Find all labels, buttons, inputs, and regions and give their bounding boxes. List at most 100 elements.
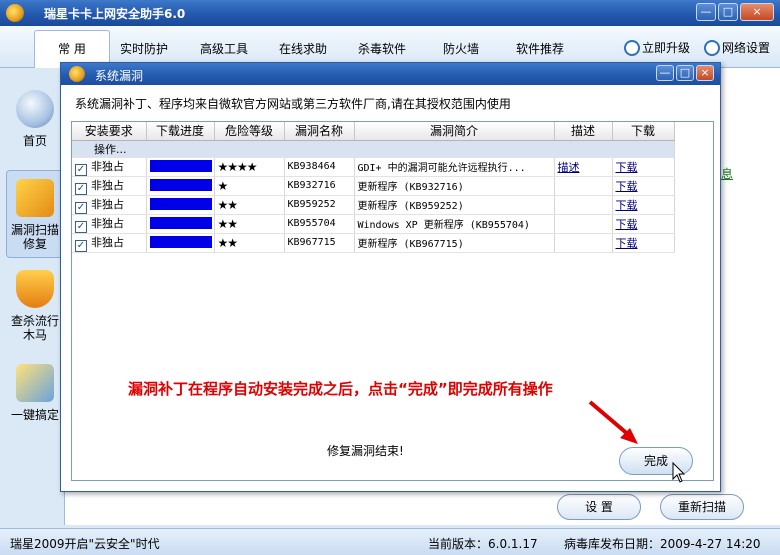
download-cell: 下载 [612, 195, 675, 215]
window-title: 瑞星卡卡上网安全助手6.0 [44, 7, 186, 21]
install-req: 非独占 [91, 159, 124, 173]
tab-realtime-protection[interactable]: 实时防护 [120, 40, 168, 57]
download-link[interactable]: 下载 [616, 161, 638, 174]
sidebar-item-vuln-scan[interactable]: 漏洞扫描修复 [6, 170, 64, 258]
progress-cell [146, 157, 215, 177]
row-checkbox[interactable]: ✓ [75, 201, 87, 213]
tab-firewall[interactable]: 防火墙 [443, 40, 479, 57]
desc-cell [554, 233, 613, 253]
sidebar-item-label: 查杀流行木马 [10, 314, 59, 342]
vuln-name: KB932716 [284, 176, 355, 196]
rescan-button[interactable]: 重新扫描 [660, 494, 744, 520]
app-logo-icon [6, 4, 24, 22]
desc-cell [554, 214, 613, 234]
table-row: ✓ 非独占 ★★ KB967715 更新程序 (KB967715) 下载 [72, 233, 675, 253]
column-header[interactable]: 漏洞简介 [354, 122, 555, 141]
sidebar-item-label: 首页 [22, 134, 47, 148]
download-link[interactable]: 下载 [616, 237, 638, 250]
column-header[interactable]: 描述 [554, 122, 613, 141]
table-scrollbar[interactable] [707, 121, 715, 481]
download-progress-bar [149, 217, 212, 229]
install-req-cell: ✓ 非独占 [72, 176, 147, 196]
risk-stars: ★★ [217, 235, 238, 250]
tab-online-help[interactable]: 在线求助 [279, 40, 327, 57]
column-header[interactable]: 漏洞名称 [284, 122, 355, 141]
network-settings-label: 网络设置 [722, 41, 771, 55]
network-settings-button[interactable]: 网络设置 [704, 39, 770, 56]
download-cell: 下载 [612, 176, 675, 196]
row-checkbox[interactable]: ✓ [75, 220, 87, 232]
one-click-icon [16, 364, 54, 402]
install-req-cell: ✓ 非独占 [72, 233, 147, 253]
dialog-maximize-button[interactable]: □ [676, 65, 694, 81]
risk-level-cell: ★ [214, 176, 285, 196]
risk-level-cell: ★★ [214, 233, 285, 253]
download-progress-bar [149, 160, 212, 172]
home-icon [16, 90, 54, 128]
row-checkbox[interactable]: ✓ [75, 163, 87, 175]
tab-software-recommend[interactable]: 软件推荐 [516, 40, 564, 57]
tab-advanced-tools[interactable]: 高级工具 [200, 40, 248, 57]
row-checkbox[interactable]: ✓ [75, 239, 87, 251]
info-link[interactable]: 息 [721, 165, 733, 182]
sidebar-item-label: 一键搞定 [10, 408, 59, 422]
shield-icon [16, 270, 54, 308]
vuln-name: KB938464 [284, 157, 355, 177]
shield-box-icon [16, 179, 54, 217]
dialog-title: 系统漏洞 [95, 69, 144, 83]
column-header[interactable]: 下载 [612, 122, 675, 141]
sidebar-item-trojan-scan[interactable]: 查杀流行木马 [6, 270, 64, 342]
desc-cell: 描述 [554, 157, 613, 177]
maximize-button[interactable]: □ [718, 3, 738, 21]
row-checkbox[interactable]: ✓ [75, 182, 87, 194]
status-bar: 瑞星2009开启"云安全"时代 当前版本：6.0.1.17 病毒库发布日期：20… [0, 528, 780, 555]
dialog-close-button[interactable]: × [696, 65, 714, 81]
gear-icon [704, 39, 720, 56]
mouse-cursor-icon [672, 462, 686, 483]
vuln-intro: 更新程序 (KB967715) [354, 233, 555, 253]
table-row: ✓ 非独占 ★★ KB955704 Windows XP 更新程序 (KB955704)… [72, 214, 675, 234]
progress-cell [146, 195, 215, 215]
risk-stars: ★★★★ [217, 159, 258, 174]
sidebar: 首页 漏洞扫描修复 查杀流行木马 一键搞定 [6, 72, 64, 522]
window-titlebar: 瑞星卡卡上网安全助手6.0 — □ × [0, 0, 780, 26]
close-button[interactable]: × [740, 3, 774, 21]
install-req: 非独占 [91, 235, 124, 249]
download-link[interactable]: 下载 [616, 199, 638, 212]
desc-cell [554, 195, 613, 215]
progress-cell [146, 233, 215, 253]
column-header[interactable]: 安装要求 [72, 122, 147, 141]
download-progress-bar [149, 179, 212, 191]
download-progress-bar [149, 198, 212, 210]
version-text: 当前版本：6.0.1.17 [428, 537, 538, 551]
install-req: 非独占 [91, 216, 124, 230]
tab-antivirus[interactable]: 杀毒软件 [358, 40, 406, 57]
upgrade-button[interactable]: 立即升级 [624, 39, 690, 56]
group-label: 操作... [94, 142, 127, 156]
install-req-cell: ✓ 非独占 [72, 157, 147, 177]
risk-level-cell: ★★ [214, 195, 285, 215]
risk-stars: ★★ [217, 216, 238, 231]
risk-level-cell: ★★ [214, 214, 285, 234]
vuln-name: KB959252 [284, 195, 355, 215]
finish-message: 修复漏洞结束! [327, 444, 404, 458]
dialog-minimize-button[interactable]: — [656, 65, 674, 81]
vuln-intro: 更新程序 (KB959252) [354, 195, 555, 215]
install-req: 非独占 [91, 178, 124, 192]
settings-button[interactable]: 设 置 [557, 494, 641, 520]
vuln-intro: 更新程序 (KB932716) [354, 176, 555, 196]
column-header[interactable]: 危险等级 [214, 122, 285, 141]
sidebar-item-one-click[interactable]: 一键搞定 [6, 364, 64, 422]
column-header[interactable]: 下载进度 [146, 122, 215, 141]
desc-cell [554, 176, 613, 196]
minimize-button[interactable]: — [696, 3, 716, 21]
vuln-name: KB955704 [284, 214, 355, 234]
red-arrow-icon [588, 400, 638, 444]
desc-link[interactable]: 描述 [558, 161, 580, 174]
download-link[interactable]: 下载 [616, 218, 638, 231]
install-req-cell: ✓ 非独占 [72, 195, 147, 215]
download-link[interactable]: 下载 [616, 180, 638, 193]
install-req-cell: ✓ 非独占 [72, 214, 147, 234]
upgrade-label: 立即升级 [642, 41, 691, 55]
sidebar-item-home[interactable]: 首页 [6, 90, 64, 148]
